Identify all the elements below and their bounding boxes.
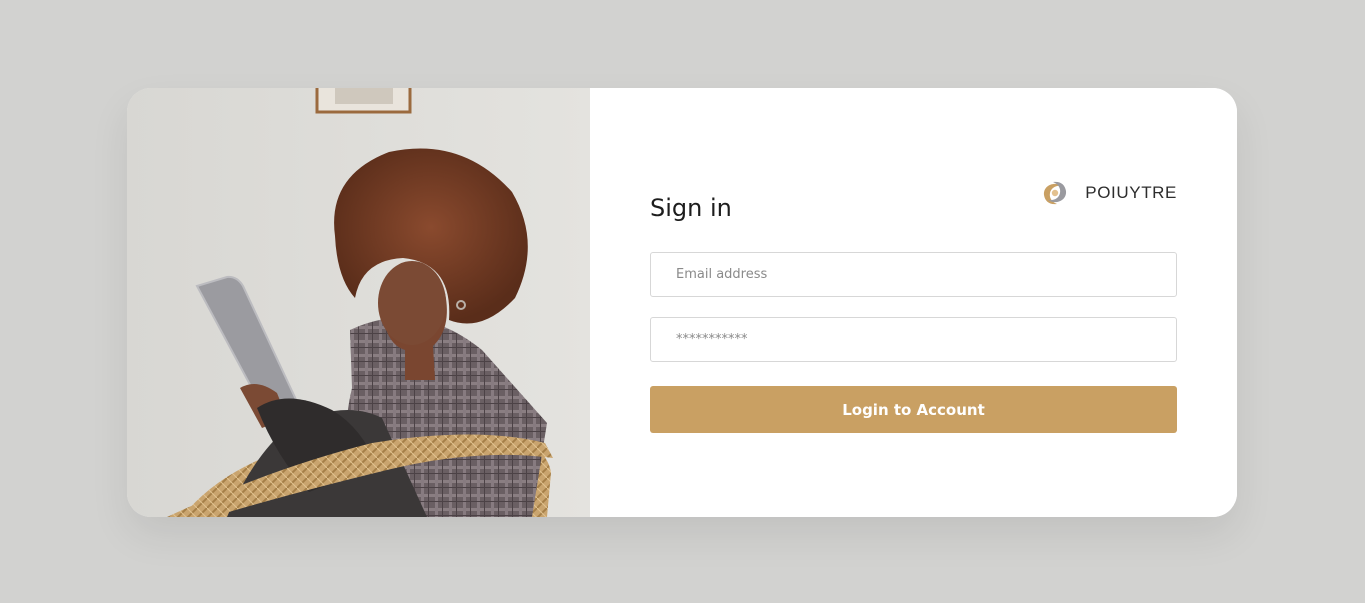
swirl-logo-icon (1040, 178, 1071, 208)
woman-reading-tablet-image (127, 88, 590, 517)
login-card: POIUYTRE Sign in Login to Account (127, 88, 1237, 517)
password-input[interactable] (650, 317, 1177, 362)
brand-name: POIUYTRE (1085, 183, 1177, 202)
hero-photo (127, 88, 590, 517)
brand: POIUYTRE (1039, 177, 1177, 209)
login-button[interactable]: Login to Account (650, 386, 1177, 433)
sign-in-panel: POIUYTRE Sign in Login to Account (590, 88, 1237, 517)
page-title: Sign in (650, 194, 732, 222)
email-input[interactable] (650, 252, 1177, 297)
